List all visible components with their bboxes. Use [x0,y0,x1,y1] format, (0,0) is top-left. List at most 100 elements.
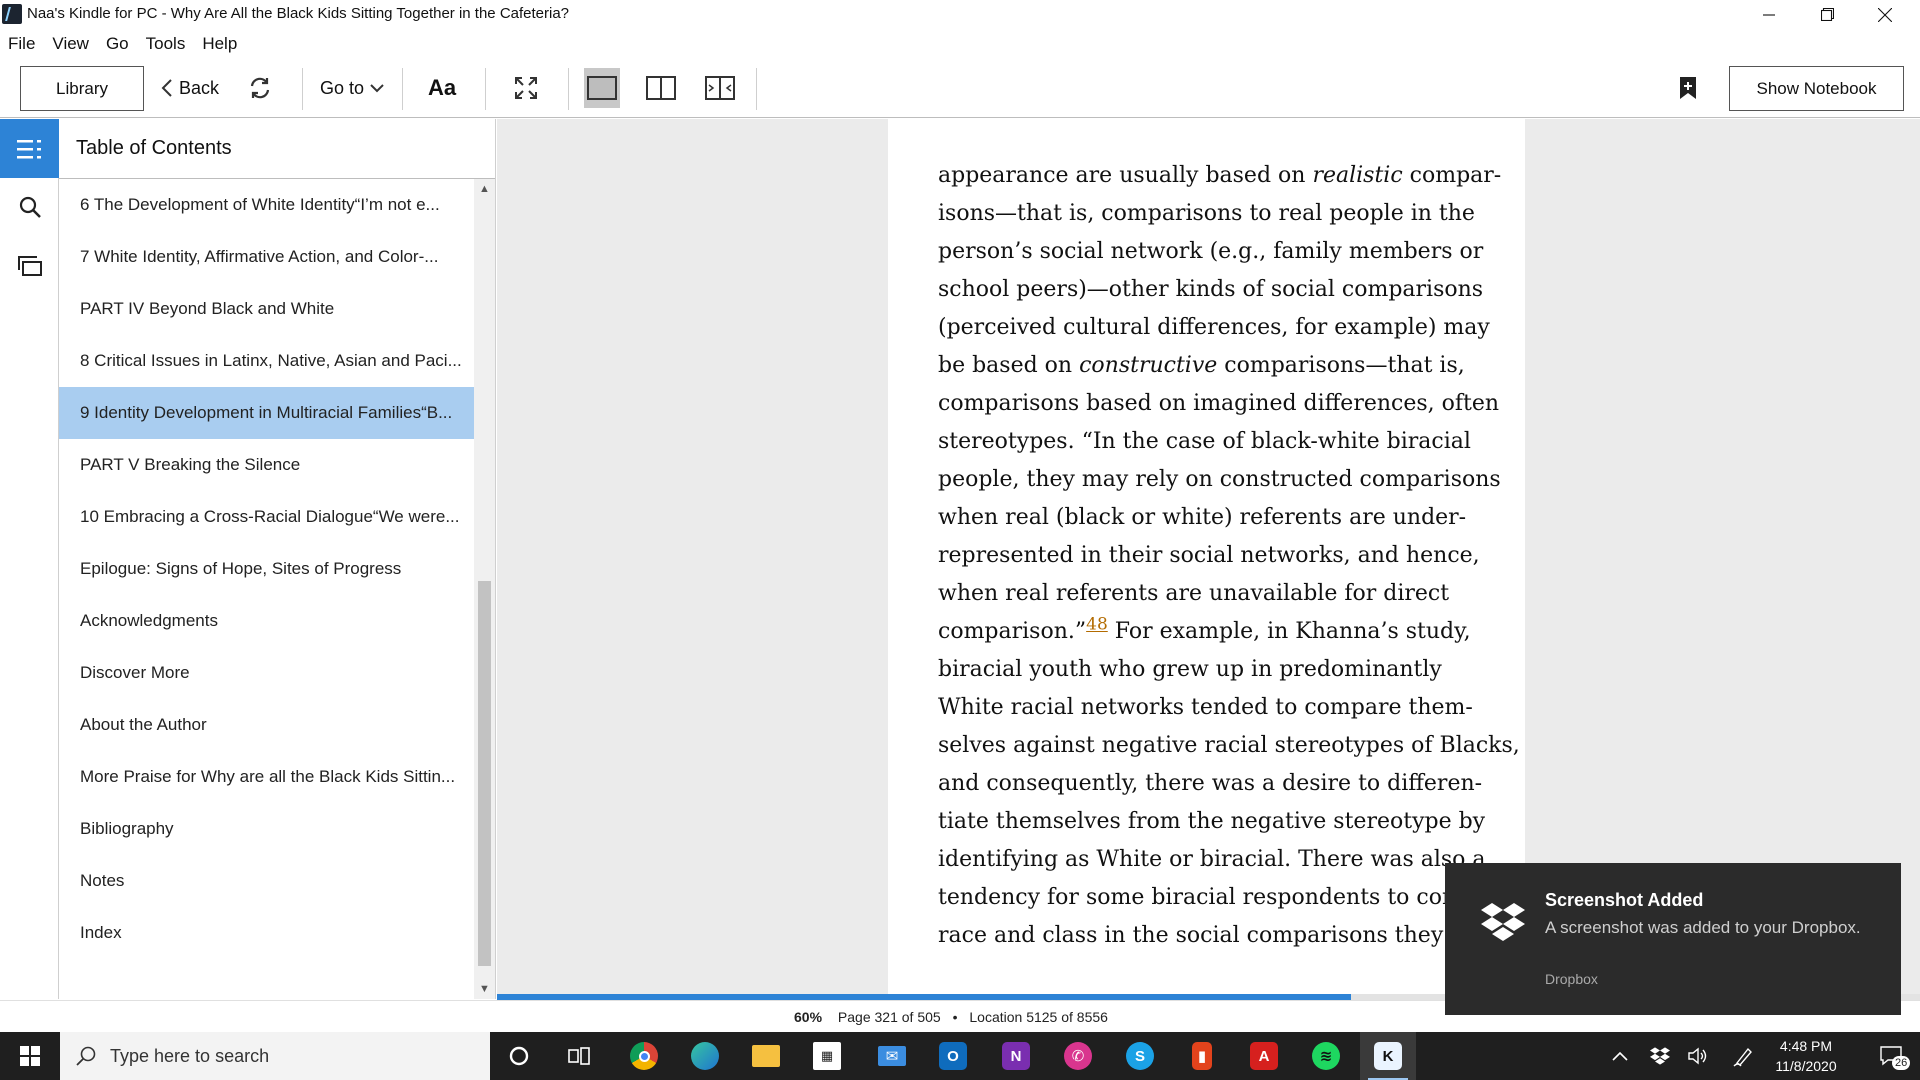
chevron-left-icon [161,79,172,97]
scroll-down-arrow[interactable]: ▼ [474,979,495,999]
show-hidden-icons-button[interactable] [1605,1032,1635,1080]
chrome-button[interactable] [616,1032,672,1080]
menu-go[interactable]: Go [106,34,129,54]
toc-item[interactable]: 8 Critical Issues in Latinx, Native, Asi… [59,335,474,387]
italic-term: realistic [1312,163,1403,188]
table-of-contents-panel: Table of Contents 6 The Development of W… [59,119,496,999]
toc-item[interactable]: About the Author [59,699,474,751]
dropbox-tray-icon [1650,1047,1670,1065]
window-title: Naa's Kindle for PC - Why Are All the Bl… [27,5,570,22]
dropbox-icon [1481,903,1525,941]
add-bookmark-button[interactable] [1670,58,1706,118]
menu-tools[interactable]: Tools [146,34,186,54]
dropbox-tray-button[interactable] [1645,1032,1675,1080]
outlook-icon: O [939,1042,967,1070]
toc-scrollbar[interactable]: ▲ ▼ [474,179,495,999]
spotify-button[interactable]: ≋ [1298,1032,1354,1080]
two-column-button[interactable] [642,58,680,118]
pen-icon [1733,1047,1752,1067]
search-rail-button[interactable] [0,182,59,232]
show-notebook-button[interactable]: Show Notebook [1729,66,1904,111]
pen-workspace-button[interactable] [1729,1032,1759,1080]
minimize-button[interactable] [1740,0,1798,29]
toc-rail-button[interactable] [0,119,59,178]
folder-icon [752,1045,780,1067]
taskbar-search[interactable]: Type here to search [60,1032,490,1080]
scroll-up-arrow[interactable]: ▲ [474,179,495,199]
dropbox-notification[interactable]: Screenshot Added A screenshot was added … [1445,863,1901,1015]
scroll-thumb[interactable] [478,581,491,966]
text-line: be based on constructive comparisons—tha… [938,347,1498,385]
toc-item[interactable]: Notes [59,855,474,907]
onenote-icon: N [1002,1042,1030,1070]
two-page-icon [646,76,676,100]
sync-icon [250,77,270,99]
toc-item[interactable]: PART V Breaking the Silence [59,439,474,491]
text-run: White racial networks tended to compare … [938,695,1473,720]
back-button[interactable]: Back [158,58,222,118]
text-run: be based on [938,353,1080,378]
outlook-button[interactable]: O [925,1032,981,1080]
mail-button[interactable]: ✉ [864,1032,920,1080]
toc-item[interactable]: 10 Embracing a Cross-Racial Dialogue“We … [59,491,474,543]
store-button[interactable]: ▦ [799,1032,855,1080]
text-line: comparison.”48 For example, in Khanna’s … [938,613,1498,651]
library-button[interactable]: Library [20,66,144,111]
acrobat-button[interactable]: A [1236,1032,1292,1080]
menu-file[interactable]: File [8,34,35,54]
font-settings-button[interactable]: Aa [416,58,468,118]
office-button[interactable]: ▮ [1174,1032,1230,1080]
kindle-button[interactable]: K [1360,1032,1416,1080]
cortana-button[interactable] [491,1032,547,1080]
toc-item[interactable]: 6 The Development of White Identity“I’m … [59,179,474,231]
page-flip-button[interactable] [700,58,740,118]
notification-count: 26 [1892,1056,1911,1070]
status-separator: • [952,1009,958,1025]
text-line: stereotypes. “In the case of black-white… [938,423,1498,461]
volume-button[interactable] [1683,1032,1713,1080]
task-view-button[interactable] [551,1032,607,1080]
edge-button[interactable] [677,1032,733,1080]
text-run: and consequently, there was a desire to … [938,771,1483,796]
clock-time: 4:48 PM [1779,1038,1833,1054]
fullscreen-button[interactable] [506,58,546,118]
text-run: comparisons—that is, [1217,353,1465,378]
toc-item[interactable]: PART IV Beyond Black and White [59,283,474,335]
toc-item[interactable]: Bibliography [59,803,474,855]
progress-percent: 60% [794,1009,823,1025]
toc-item[interactable]: Acknowledgments [59,595,474,647]
file-explorer-button[interactable] [738,1032,794,1080]
single-column-button[interactable] [584,68,620,108]
kindle-icon: K [1374,1042,1402,1070]
sync-button[interactable] [240,58,280,118]
goto-button[interactable]: Go to [312,58,392,118]
text-line: race and class in the social comparisons… [938,917,1498,955]
toc-item[interactable]: Index [59,907,474,959]
kindle-app-icon [2,4,22,24]
chevron-down-icon [370,84,384,93]
toc-item[interactable]: Epilogue: Signs of Hope, Sites of Progre… [59,543,474,595]
text-line: tiate themselves from the negative stere… [938,803,1498,841]
task-view-icon [568,1047,590,1065]
whatsapp-button[interactable]: ✆ [1050,1032,1106,1080]
flashcards-rail-button[interactable] [0,241,59,291]
system-clock[interactable]: 4:48 PM 11/8/2020 [1760,1036,1852,1076]
text-line: person’s social network (e.g., family me… [938,233,1498,271]
menu-view[interactable]: View [52,34,89,54]
text-run: compar- [1402,163,1502,188]
toc-item[interactable]: Discover More [59,647,474,699]
restore-button[interactable] [1798,0,1856,29]
onenote-button[interactable]: N [988,1032,1044,1080]
title-bar: Naa's Kindle for PC - Why Are All the Bl… [0,0,1920,29]
close-button[interactable] [1856,0,1914,29]
start-button[interactable] [0,1032,60,1080]
footnote-link[interactable]: 48 [1086,615,1108,635]
skype-button[interactable]: S [1112,1032,1168,1080]
toc-item[interactable]: More Praise for Why are all the Black Ki… [59,751,474,803]
menu-bar: File View Go Tools Help [0,29,1920,58]
action-center-button[interactable]: 26 [1866,1032,1916,1080]
toc-item[interactable]: 7 White Identity, Affirmative Action, an… [59,231,474,283]
toc-item[interactable]: 9 Identity Development in Multiracial Fa… [59,387,474,439]
book-page[interactable]: appearance are usually based on realisti… [888,119,1525,994]
menu-help[interactable]: Help [202,34,237,54]
